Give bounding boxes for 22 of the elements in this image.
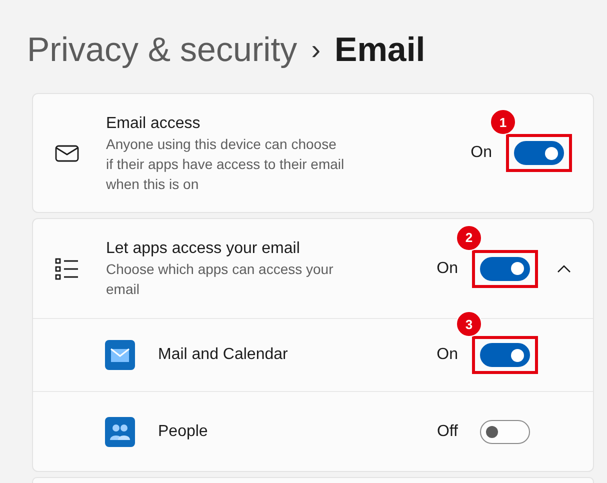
step-badge: 3 <box>456 311 482 337</box>
step-badge: 1 <box>490 109 516 135</box>
toggle-state-label: On <box>436 346 458 364</box>
mail-app-icon <box>105 340 135 370</box>
step-badge: 2 <box>456 224 482 250</box>
page-title: Email <box>334 30 426 70</box>
toggle-state-label: Off <box>436 422 458 440</box>
toggle-switch[interactable] <box>514 141 564 165</box>
breadcrumb-link[interactable]: Privacy & security <box>27 30 298 70</box>
setting-description: Choose which apps can access your email <box>106 260 334 299</box>
toggle-switch[interactable] <box>480 420 530 444</box>
people-app-icon <box>105 416 135 446</box>
toggle-state-label: On <box>436 260 458 278</box>
toggle-switch[interactable] <box>480 256 530 280</box>
setting-title: Email access <box>106 114 202 134</box>
setting-description: Anyone using this device can choose if their apps have access to their email when this is on <box>106 134 346 194</box>
app-name: People <box>158 422 209 440</box>
toggle-state-label: On <box>470 144 492 162</box>
app-name: Mail and Calendar <box>158 346 289 364</box>
toggle-switch[interactable] <box>480 343 530 367</box>
setting-title: Let apps access your email <box>106 239 301 259</box>
breadcrumb-separator: › <box>311 34 321 66</box>
